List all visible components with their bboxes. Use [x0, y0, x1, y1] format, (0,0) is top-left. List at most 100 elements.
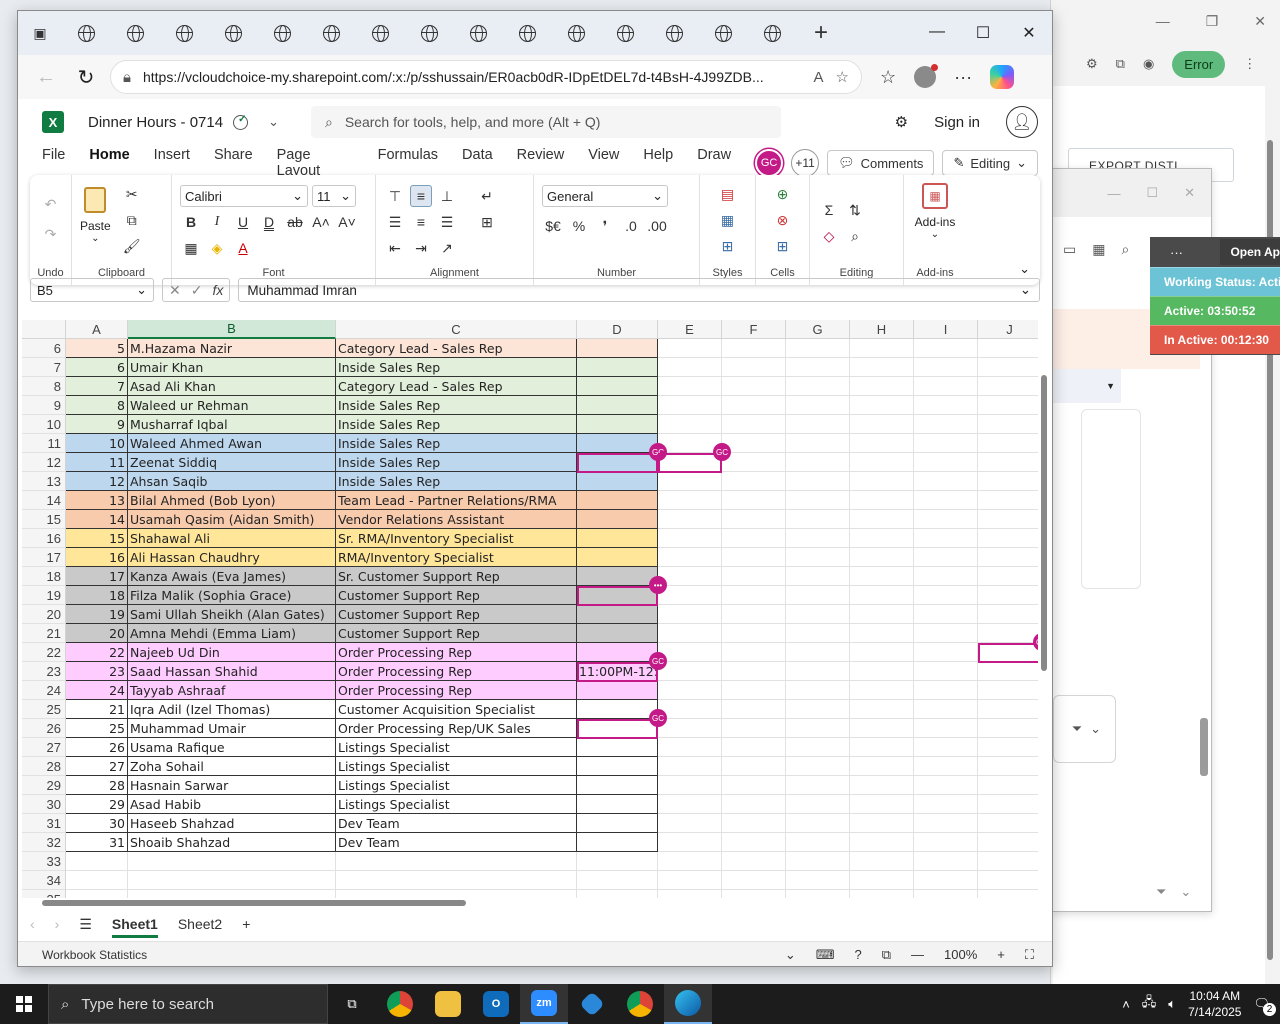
cell-empty[interactable] [786, 415, 850, 434]
cell-empty[interactable] [786, 700, 850, 719]
zoom-app-icon[interactable]: zm [520, 984, 568, 1024]
cell-empty[interactable] [850, 377, 914, 396]
cell-empty[interactable] [786, 396, 850, 415]
clear-icon[interactable]: ◇ [818, 225, 840, 247]
cell-empty[interactable] [914, 719, 978, 738]
column-header-i[interactable]: I [914, 320, 978, 339]
cell-empty[interactable] [850, 567, 914, 586]
cell-empty[interactable] [978, 472, 1038, 491]
cell-empty[interactable] [850, 472, 914, 491]
insert-cells-icon[interactable]: ⊕ [772, 183, 794, 205]
all-sheets-icon[interactable]: ☰ [79, 916, 92, 933]
cell-empty[interactable] [850, 643, 914, 662]
cell-b[interactable]: Tayyab Ashraaf [128, 681, 336, 700]
conditional-formatting-icon[interactable]: ▤ [717, 183, 739, 205]
cell-empty[interactable] [850, 396, 914, 415]
cell-d[interactable] [577, 548, 658, 567]
cell-empty[interactable] [914, 472, 978, 491]
cell-empty[interactable] [978, 852, 1038, 871]
cell-empty[interactable] [658, 795, 722, 814]
cell-a[interactable]: 12 [66, 472, 128, 491]
cell-empty[interactable] [850, 605, 914, 624]
browser-tab[interactable] [111, 11, 160, 55]
cell-b[interactable]: Ali Hassan Chaudhry [128, 548, 336, 567]
cell-a[interactable]: 11 [66, 453, 128, 472]
cell-c[interactable]: Order Processing Rep/UK Sales [336, 719, 577, 738]
align-middle-icon[interactable]: ≡ [410, 185, 432, 207]
cell-empty[interactable] [722, 491, 786, 510]
borders-icon[interactable]: ▦ [180, 237, 202, 259]
cell-empty[interactable] [786, 567, 850, 586]
cell-empty[interactable] [914, 833, 978, 852]
cell-empty[interactable] [786, 453, 850, 472]
open-app-button[interactable]: Open Ap [1220, 239, 1280, 265]
cell-empty[interactable] [978, 396, 1038, 415]
favorites-icon[interactable]: ☆ [880, 67, 896, 88]
find-icon[interactable]: ⌕ [844, 225, 866, 247]
cell-empty[interactable] [722, 700, 786, 719]
cell-empty[interactable] [786, 738, 850, 757]
cell-d[interactable] [577, 605, 658, 624]
cell-empty[interactable] [850, 700, 914, 719]
minimize-icon[interactable]: — [1156, 13, 1170, 29]
file-explorer-icon[interactable] [424, 984, 472, 1024]
cell-d[interactable] [577, 814, 658, 833]
chevron-right-icon[interactable]: › [55, 916, 60, 932]
vertical-scrollbar[interactable] [1039, 311, 1049, 899]
copilot-icon[interactable] [990, 65, 1015, 89]
column-header-e[interactable]: E [658, 320, 722, 339]
cell-empty[interactable] [658, 681, 722, 700]
cell-empty[interactable] [722, 662, 786, 681]
align-bottom-icon[interactable]: ⊥ [436, 185, 458, 207]
taskbar-search[interactable]: ⌕ Type here to search [48, 984, 328, 1024]
row-header[interactable]: 14 [22, 491, 66, 510]
cell-empty[interactable] [786, 757, 850, 776]
chrome-icon[interactable] [376, 984, 424, 1024]
edge-icon[interactable] [664, 984, 712, 1024]
cell-c[interactable]: Inside Sales Rep [336, 472, 577, 491]
row-header[interactable]: 17 [22, 548, 66, 567]
cell-empty[interactable] [914, 624, 978, 643]
url-text[interactable]: https://vcloudchoice-my.sharepoint.com/:… [143, 69, 802, 85]
sheet-tab-1[interactable]: Sheet1 [111, 916, 158, 938]
background-scrollbar-thumb[interactable] [1200, 718, 1208, 776]
font-color-icon[interactable]: A [232, 237, 254, 259]
read-aloud-icon[interactable]: A [814, 69, 824, 86]
cell-empty[interactable] [978, 871, 1038, 890]
cell-b[interactable]: Haseeb Shahzad [128, 814, 336, 833]
favorite-star-icon[interactable]: ☆ [836, 68, 849, 86]
cell-empty[interactable] [722, 814, 786, 833]
more-icon[interactable]: ⋮ [1243, 56, 1256, 72]
cell-empty[interactable] [850, 814, 914, 833]
cell-empty[interactable] [914, 377, 978, 396]
cell-b[interactable]: Waleed ur Rehman [128, 396, 336, 415]
italic-icon[interactable]: I [206, 211, 228, 233]
cell-empty[interactable] [978, 548, 1038, 567]
cell-a[interactable]: 6 [66, 358, 128, 377]
cell-c[interactable]: Customer Support Rep [336, 586, 577, 605]
workbook-statistics[interactable]: Workbook Statistics [42, 948, 147, 962]
row-header[interactable]: 13 [22, 472, 66, 491]
cell-empty[interactable] [658, 662, 722, 681]
cell-empty[interactable] [978, 833, 1038, 852]
cell-empty[interactable] [658, 415, 722, 434]
cell-empty[interactable] [978, 700, 1038, 719]
font-size-select[interactable]: 11 ⌄ [312, 185, 356, 207]
cell-c[interactable]: Sr. RMA/Inventory Specialist [336, 529, 577, 548]
cell-b[interactable]: Zeenat Siddiq [128, 453, 336, 472]
cell-empty[interactable] [786, 852, 850, 871]
underline-icon[interactable]: U [232, 211, 254, 233]
cell-empty[interactable] [658, 852, 722, 871]
cell-empty[interactable] [786, 871, 850, 890]
cell-a[interactable]: 17 [66, 567, 128, 586]
keyboard-icon[interactable]: ⌨ [816, 947, 835, 963]
cell-a[interactable]: 27 [66, 757, 128, 776]
cell-a[interactable]: 22 [66, 643, 128, 662]
cell-styles-icon[interactable]: ⊞ [717, 235, 739, 257]
cell-empty[interactable] [128, 852, 336, 871]
cell-empty[interactable] [786, 681, 850, 700]
cell-a[interactable]: 30 [66, 814, 128, 833]
cell-empty[interactable] [786, 510, 850, 529]
cell-empty[interactable] [914, 339, 978, 358]
video-icon[interactable]: ▭ [1063, 241, 1076, 258]
